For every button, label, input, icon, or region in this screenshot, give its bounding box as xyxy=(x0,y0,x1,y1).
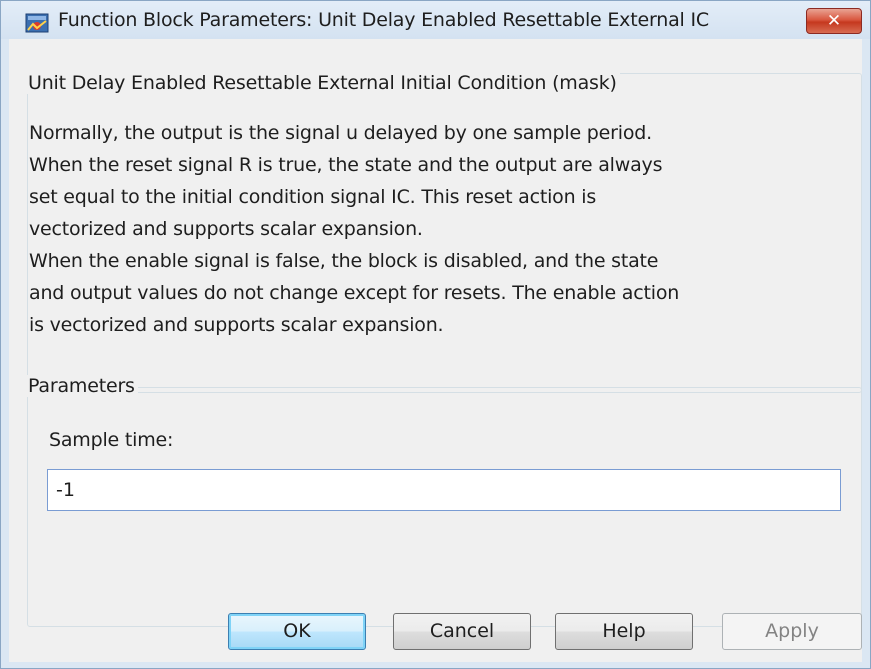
description-line: When the reset signal R is true, the sta… xyxy=(29,154,663,176)
close-button[interactable]: ✕ xyxy=(806,8,862,34)
title-bar[interactable]: Function Block Parameters: Unit Delay En… xyxy=(1,1,870,39)
apply-button[interactable]: Apply xyxy=(722,613,862,650)
sample-time-input[interactable] xyxy=(47,469,841,511)
description-line: vectorized and supports scalar expansion… xyxy=(29,218,423,240)
sample-time-label: Sample time: xyxy=(49,429,174,451)
window-title: Function Block Parameters: Unit Delay En… xyxy=(58,9,709,31)
ok-button[interactable]: OK xyxy=(228,613,366,650)
help-button[interactable]: Help xyxy=(555,613,693,650)
description-line: set equal to the initial condition signa… xyxy=(29,186,597,208)
description-line: is vectorized and supports scalar expans… xyxy=(29,314,444,336)
cancel-button[interactable]: Cancel xyxy=(393,613,531,650)
description-line: Normally, the output is the signal u del… xyxy=(29,122,652,144)
parameters-group-legend: Parameters xyxy=(25,375,138,397)
close-icon: ✕ xyxy=(826,11,842,31)
simulink-block-icon xyxy=(25,13,49,33)
dialog-window: Function Block Parameters: Unit Delay En… xyxy=(0,0,871,669)
description-line: When the enable signal is false, the blo… xyxy=(29,250,659,272)
description-line: and output values do not change except f… xyxy=(29,282,680,304)
block-description: Normally, the output is the signal u del… xyxy=(29,117,849,341)
description-group-legend: Unit Delay Enabled Resettable External I… xyxy=(25,72,620,94)
